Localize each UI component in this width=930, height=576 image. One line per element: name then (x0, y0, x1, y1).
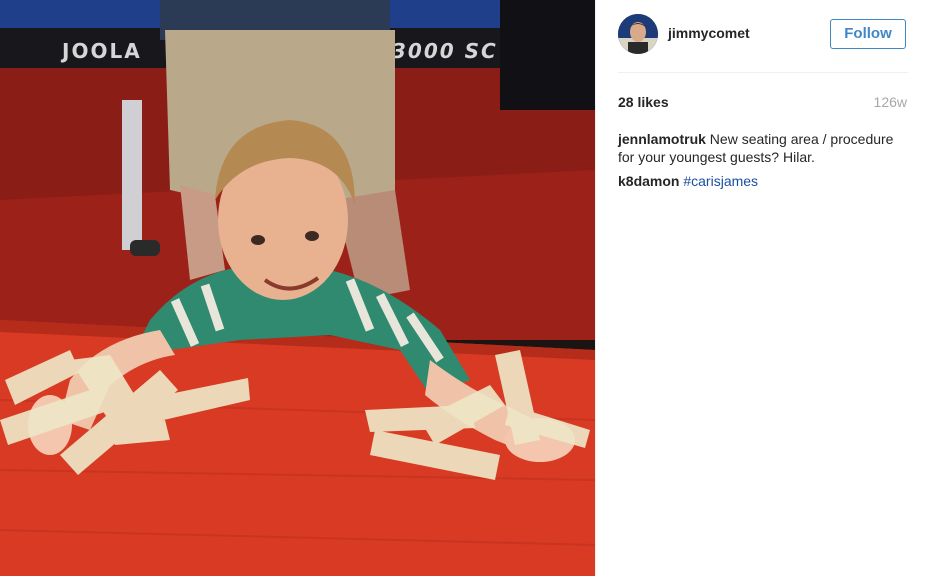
instagram-post: JOOLA 3000 SC jimmycomet Follow 28 likes… (0, 0, 930, 576)
comment-author-link[interactable]: k8damon (618, 173, 679, 189)
username-link[interactable]: jimmycomet (668, 25, 750, 41)
post-sidebar: jimmycomet Follow 28 likes 126w jennlamo… (595, 0, 930, 576)
header-divider (618, 72, 908, 73)
comment-item: jennlamotruk New seating area / procedur… (618, 130, 908, 166)
photo-illustration: JOOLA 3000 SC (0, 0, 595, 576)
table-model-text: 3000 SC (392, 39, 498, 63)
comment-item: k8damon #carisjames (618, 172, 908, 190)
hashtag-link[interactable]: #carisjames (683, 173, 758, 189)
avatar[interactable] (618, 14, 658, 54)
comment-list: jennlamotruk New seating area / procedur… (618, 130, 908, 196)
table-brand-text: JOOLA (60, 39, 142, 63)
post-age[interactable]: 126w (874, 94, 907, 110)
post-photo[interactable]: JOOLA 3000 SC (0, 0, 595, 576)
post-header: jimmycomet Follow (618, 14, 908, 54)
follow-button[interactable]: Follow (830, 19, 906, 49)
avatar-image (618, 14, 658, 54)
likes-count[interactable]: 28 likes (618, 94, 669, 110)
comment-author-link[interactable]: jennlamotruk (618, 131, 706, 147)
